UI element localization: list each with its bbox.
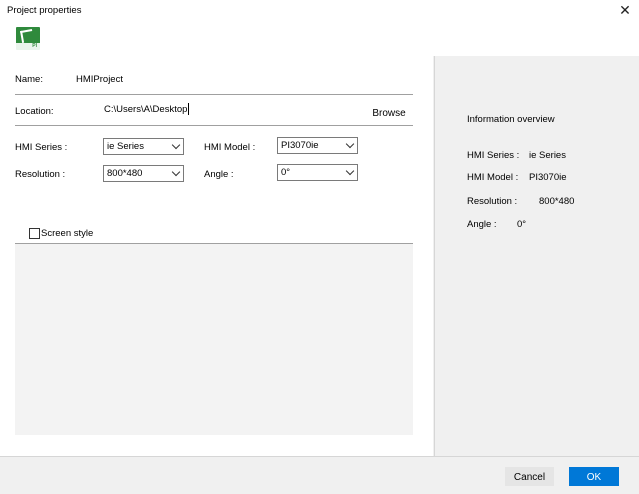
text-caret (188, 103, 190, 116)
info-angle-label: Angle : (467, 219, 497, 230)
chevron-down-icon (345, 166, 355, 176)
close-icon[interactable]: ✕ (617, 2, 633, 18)
icon-caption: PI (32, 43, 37, 49)
location-value: C:\Users\A\Desktop (104, 104, 188, 115)
hmi-series-select[interactable]: ie Series (103, 138, 184, 155)
name-value: HMIProject (76, 74, 123, 85)
title-bar: Project properties ✕ (0, 0, 639, 22)
screen-style-label: Screen style (41, 228, 94, 239)
angle-select[interactable]: 0° (277, 164, 358, 181)
resolution-select[interactable]: 800*480 (103, 165, 184, 182)
window-title: Project properties (7, 5, 82, 16)
info-hmi-model-value: PI3070ie (529, 172, 567, 183)
location-input[interactable]: C:\Users\A\Desktop (100, 101, 364, 119)
cancel-button[interactable]: Cancel (505, 467, 554, 486)
screen-style-checkbox[interactable] (29, 228, 40, 239)
angle-value: 0° (281, 167, 291, 178)
info-title: Information overview (467, 114, 555, 125)
chevron-down-icon (171, 167, 181, 177)
hmi-model-value: PI3070ie (281, 140, 319, 151)
info-resolution-value: 800*480 (539, 196, 575, 207)
info-hmi-series-value: ie Series (529, 150, 566, 161)
chevron-down-icon (345, 139, 355, 149)
screen-style-list (15, 244, 413, 435)
chevron-down-icon (171, 140, 181, 150)
dialog-header: PI (0, 22, 639, 56)
cursor-arrow-icon (20, 29, 34, 43)
resolution-label: Resolution : (15, 169, 66, 180)
info-angle-value: 0° (517, 219, 527, 230)
hmi-series-value: ie Series (107, 141, 144, 152)
divider (15, 94, 413, 95)
info-hmi-series-label: HMI Series : (467, 150, 520, 161)
name-label: Name: (15, 74, 43, 85)
resolution-value: 800*480 (107, 168, 143, 179)
hmi-model-label: HMI Model : (204, 142, 256, 153)
ok-button[interactable]: OK (569, 467, 619, 486)
info-hmi-model-label: HMI Model : (467, 172, 519, 183)
browse-button[interactable]: Browse (366, 103, 412, 122)
angle-label: Angle : (204, 169, 234, 180)
screen-style-header: Screen style (15, 217, 413, 244)
hmi-model-select[interactable]: PI3070ie (277, 137, 358, 154)
hmi-series-label: HMI Series : (15, 142, 68, 153)
divider (15, 125, 413, 126)
hmi-project-icon: PI (16, 27, 40, 50)
project-properties-dialog: Project properties ✕ PI Name: HMIProject… (0, 0, 639, 494)
info-resolution-label: Resolution : (467, 196, 518, 207)
location-label: Location: (15, 106, 54, 117)
